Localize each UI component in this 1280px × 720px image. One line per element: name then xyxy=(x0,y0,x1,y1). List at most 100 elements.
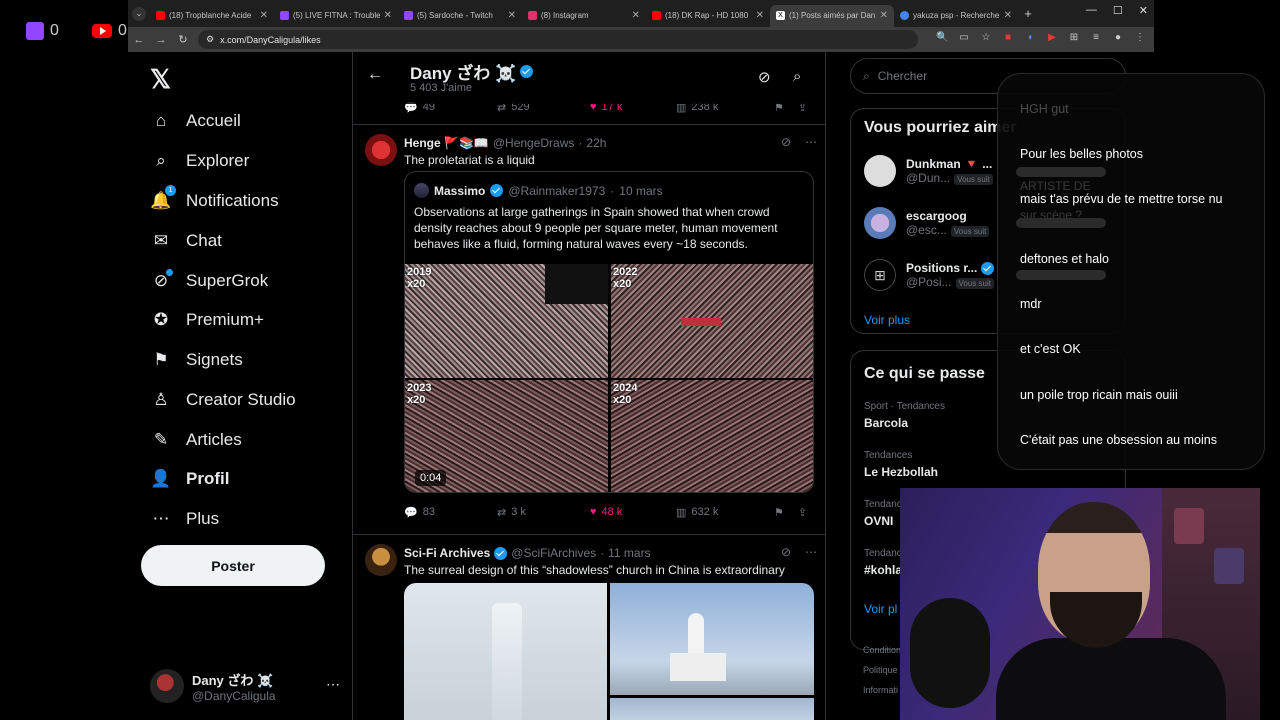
tab-1[interactable]: (18) Tropblanche Acide ✕ xyxy=(150,5,274,27)
forward-arrow-icon[interactable]: → xyxy=(150,34,172,46)
shelf-figure xyxy=(1174,508,1204,544)
share-icon[interactable]: ⇪ xyxy=(798,506,807,519)
nav-supergrok[interactable]: ⊘ SuperGrok xyxy=(150,269,268,292)
close-icon[interactable]: ✕ xyxy=(260,10,268,21)
nav-creator-studio[interactable]: ♙ Creator Studio xyxy=(150,389,295,411)
nav-chat[interactable]: ✉ Chat xyxy=(150,230,222,252)
cast-icon[interactable]: ▭ xyxy=(958,32,970,43)
reply-button[interactable]: 💬 83 xyxy=(404,506,497,519)
close-icon[interactable]: ✕ xyxy=(880,10,888,21)
back-arrow-icon[interactable]: ← xyxy=(128,34,150,46)
avatar[interactable] xyxy=(365,134,397,166)
church-images[interactable] xyxy=(404,583,814,720)
pdf-extension-icon[interactable]: ■ xyxy=(1002,32,1014,43)
back-arrow-icon[interactable]: ← xyxy=(367,66,383,84)
tab-2[interactable]: (5) LIVE FITNA : Trouble ✕ xyxy=(274,5,398,27)
see-more-link[interactable]: Voir plus xyxy=(864,313,910,327)
footer-link[interactable]: Condition xyxy=(863,640,901,660)
footer-link[interactable]: Politique xyxy=(863,660,901,680)
church-image-2[interactable] xyxy=(610,583,814,695)
youtube-count: 0 xyxy=(92,22,127,40)
google-favicon-icon xyxy=(900,11,909,20)
suggestion-row[interactable]: Dunkman 🔻 ... @Dun... Vous suit xyxy=(864,155,993,187)
tweet-henge[interactable]: Henge 🚩📚📖 @HengeDraws · 22h ⊘ ⋯ The prol… xyxy=(353,125,825,529)
like-button[interactable]: ♥ 48 k xyxy=(590,506,676,518)
nav-bookmarks[interactable]: ⚑ Signets xyxy=(150,349,242,371)
tab-3[interactable]: (5) Sardoche - Twitch ✕ xyxy=(398,5,522,27)
bookmark-star-icon[interactable]: ☆ xyxy=(980,32,992,43)
site-info-icon[interactable]: ⚙ xyxy=(206,34,214,45)
views-icon: ▥ xyxy=(676,506,687,519)
crowd-video[interactable]: 2019 x20 2022 x20 2023 x20 2024 x20 0:04 xyxy=(405,264,813,492)
youtube-extension-icon[interactable]: ▶ xyxy=(1046,32,1058,43)
nav-explore[interactable]: ⌕ Explorer xyxy=(150,150,249,172)
post-button[interactable]: Poster xyxy=(141,545,325,586)
more-horizontal-icon[interactable]: ⋯ xyxy=(805,135,817,149)
views-button[interactable]: ▥ 632 k xyxy=(676,506,774,519)
close-icon[interactable]: ✕ xyxy=(508,10,516,21)
grok-icon[interactable]: ⊘ xyxy=(781,545,791,559)
see-more-link[interactable]: Voir pl xyxy=(864,602,897,616)
suggestion-row[interactable]: ⊞ Positions r... @Posi... Vous suit xyxy=(864,259,994,291)
maximize-icon[interactable]: ☐ xyxy=(1113,4,1123,17)
url-text: x.com/DanyCaligula/likes xyxy=(220,34,321,45)
trend-item[interactable]: Sport · Tendances Barcola xyxy=(864,401,945,430)
menu-icon[interactable]: ⋮ xyxy=(1134,32,1146,43)
avatar[interactable] xyxy=(365,544,397,576)
tweet-time[interactable]: 22h xyxy=(586,136,606,150)
more-circle-icon: ⋯ xyxy=(152,509,170,528)
church-image-3[interactable] xyxy=(610,698,814,720)
bookmark-icon[interactable]: ⚑ xyxy=(774,506,798,519)
account-switcher[interactable]: Dany ざわ ☠️ @DanyCaligula ⋯ xyxy=(150,664,340,708)
author-handle[interactable]: @SciFiArchives xyxy=(511,546,596,560)
profile-icon[interactable]: ● xyxy=(1112,32,1124,43)
new-tab-icon[interactable]: + xyxy=(1018,6,1038,21)
tweet-time[interactable]: 11 mars xyxy=(608,546,650,560)
x-logo-icon[interactable]: 𝕏 xyxy=(150,64,171,95)
nav-notifications[interactable]: 🔔 1 Notifications xyxy=(150,185,279,212)
url-bar[interactable]: ⚙ x.com/DanyCaligula/likes xyxy=(198,30,918,49)
minimize-icon[interactable]: — xyxy=(1086,4,1097,17)
close-icon[interactable]: ✕ xyxy=(632,10,640,21)
search-icon[interactable]: ⌕ xyxy=(793,68,801,85)
quoted-tweet[interactable]: Massimo @Rainmaker1973 · 10 mars Observa… xyxy=(404,171,814,493)
ghost-follow-pill xyxy=(1016,218,1106,228)
video-label: 2023 x20 xyxy=(407,382,431,406)
trend-item[interactable]: Tendances Le Hezbollah xyxy=(864,450,938,479)
close-icon[interactable]: ✕ xyxy=(1004,10,1012,21)
nav-home[interactable]: ⌂ Accueil xyxy=(150,110,241,132)
nav-more[interactable]: ⋯ Plus xyxy=(150,508,220,530)
extension-icon[interactable]: ◖ xyxy=(1024,32,1036,43)
grok-icon[interactable]: ⊘ xyxy=(781,135,791,149)
more-horizontal-icon[interactable]: ⋯ xyxy=(326,676,340,693)
tab-6-active[interactable]: X (1) Posts aimés par Dan ✕ xyxy=(770,4,894,27)
church-image-1[interactable] xyxy=(404,583,607,720)
grok-icon[interactable]: ⊘ xyxy=(758,68,771,86)
close-icon[interactable]: ✕ xyxy=(756,10,764,21)
suggestion-row[interactable]: escargoog @esc... Vous suit xyxy=(864,207,990,239)
author-name[interactable]: Henge 🚩📚📖 xyxy=(404,136,489,150)
puzzle-icon[interactable]: ⊞ xyxy=(1068,32,1080,43)
window-close-icon[interactable]: ✕ xyxy=(1139,4,1148,17)
chat-message: C'était pas une obsession au moins xyxy=(1020,433,1217,447)
video-speed: x20 xyxy=(613,278,632,290)
quote-header: Massimo @Rainmaker1973 · 10 mars xyxy=(414,183,663,198)
nav-premium[interactable]: ✪ Premium+ xyxy=(150,309,264,331)
nav-articles[interactable]: ✎ Articles xyxy=(150,429,242,451)
avatar xyxy=(414,183,429,198)
repost-button[interactable]: ⇄ 3 k xyxy=(497,506,590,519)
nav-profile[interactable]: 👤 Profil xyxy=(150,468,229,490)
tweet-scifi-archives[interactable]: Sci-Fi Archives @SciFiArchives · 11 mars… xyxy=(353,535,825,720)
footer-link[interactable]: Informati xyxy=(863,680,901,700)
author-name[interactable]: Sci-Fi Archives xyxy=(404,546,490,560)
reading-list-icon[interactable]: ≡ xyxy=(1090,32,1102,43)
tab-4[interactable]: (8) Instagram ✕ xyxy=(522,5,646,27)
tab-search-icon[interactable]: ⌄ xyxy=(132,6,146,21)
tab-7[interactable]: yakuza psp - Recherche ✕ xyxy=(894,5,1018,27)
close-icon[interactable]: ✕ xyxy=(384,10,392,21)
zoom-icon[interactable]: 🔍 xyxy=(936,32,948,43)
reload-icon[interactable]: ↻ xyxy=(172,33,194,46)
more-horizontal-icon[interactable]: ⋯ xyxy=(805,545,817,559)
tab-5[interactable]: (18) DK Rap - HD 1080 ✕ xyxy=(646,5,770,27)
author-handle[interactable]: @HengeDraws xyxy=(493,136,575,150)
